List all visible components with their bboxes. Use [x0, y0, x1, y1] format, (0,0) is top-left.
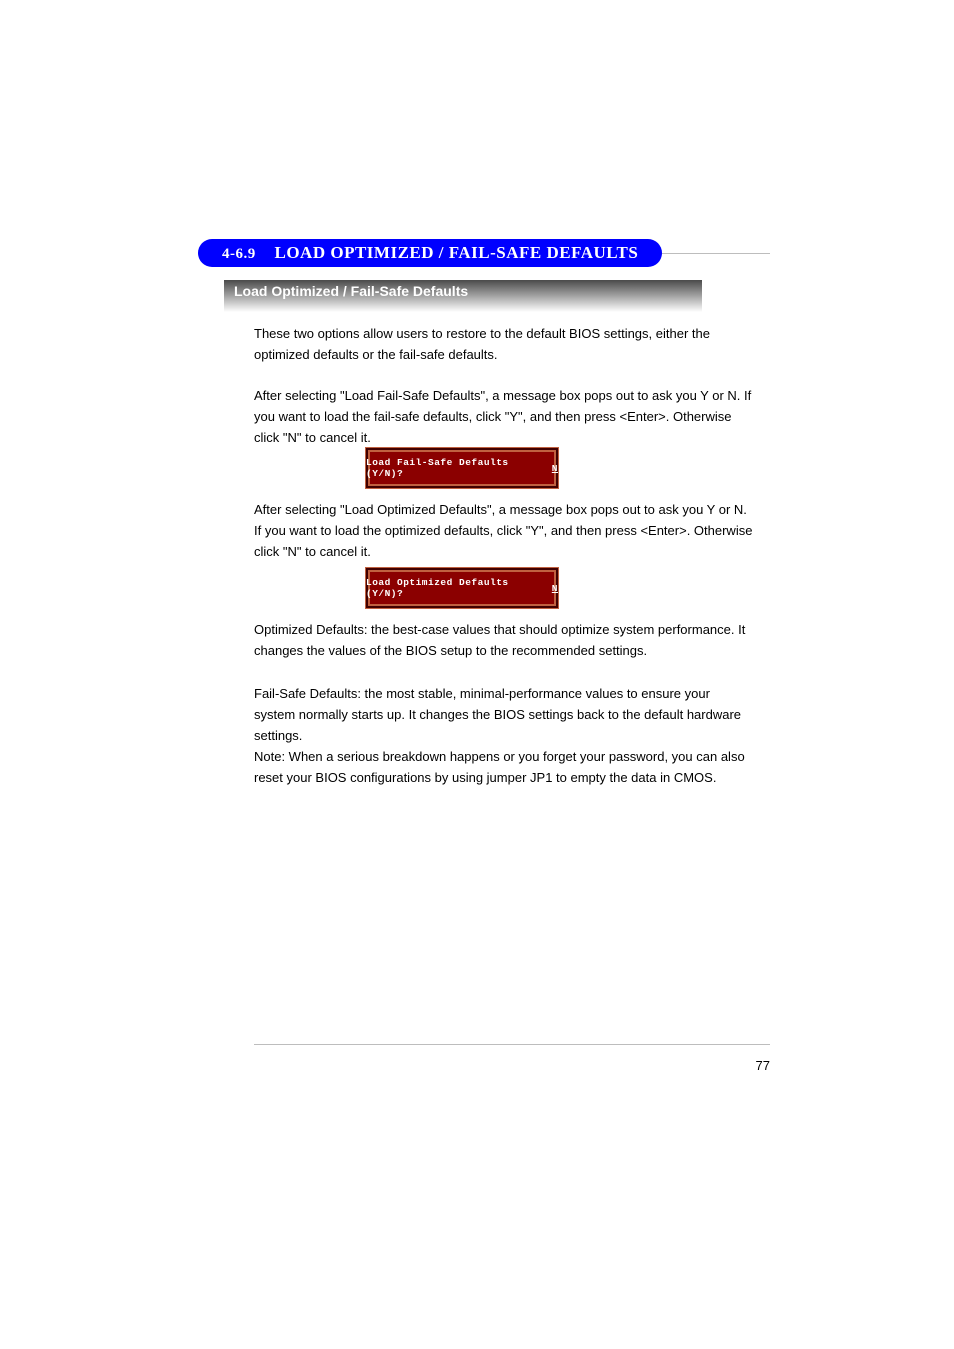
paragraph-failsafe-defaults: Fail-Safe Defaults: the most stable, min… — [254, 684, 754, 746]
paragraph-note: Note: When a serious breakdown happens o… — [254, 747, 754, 789]
section-number: 4-6.9 — [222, 246, 256, 262]
header-rule — [662, 253, 770, 254]
page-number: 77 — [756, 1058, 770, 1073]
subsection-title-bar: Load Optimized / Fail-Safe Defaults — [224, 280, 702, 312]
load-failsafe-dialog: Load Fail-Safe Defaults (Y/N)? N — [365, 447, 559, 489]
paragraph-optimized-instructions: After selecting "Load Optimized Defaults… — [254, 500, 754, 562]
footer-rule — [254, 1044, 770, 1045]
dialog-text: Load Fail-Safe Defaults (Y/N)? — [366, 457, 546, 479]
dialog-text: Load Optimized Defaults (Y/N)? — [366, 577, 546, 599]
section-header: 4-6.9 LOAD OPTIMIZED / FAIL-SAFE DEFAULT… — [198, 240, 770, 266]
section-pill: 4-6.9 LOAD OPTIMIZED / FAIL-SAFE DEFAULT… — [198, 239, 662, 267]
load-optimized-dialog: Load Optimized Defaults (Y/N)? N — [365, 567, 559, 609]
section-title: LOAD OPTIMIZED / FAIL-SAFE DEFAULTS — [275, 243, 639, 262]
dialog-cursor: N — [552, 583, 558, 594]
paragraph-failsafe-instructions: After selecting "Load Fail-Safe Defaults… — [254, 386, 754, 448]
page: 4-6.9 LOAD OPTIMIZED / FAIL-SAFE DEFAULT… — [0, 0, 954, 1349]
paragraph-intro: These two options allow users to restore… — [254, 324, 754, 366]
dialog-cursor: N — [552, 463, 558, 474]
paragraph-optimized-defaults: Optimized Defaults: the best-case values… — [254, 620, 754, 662]
